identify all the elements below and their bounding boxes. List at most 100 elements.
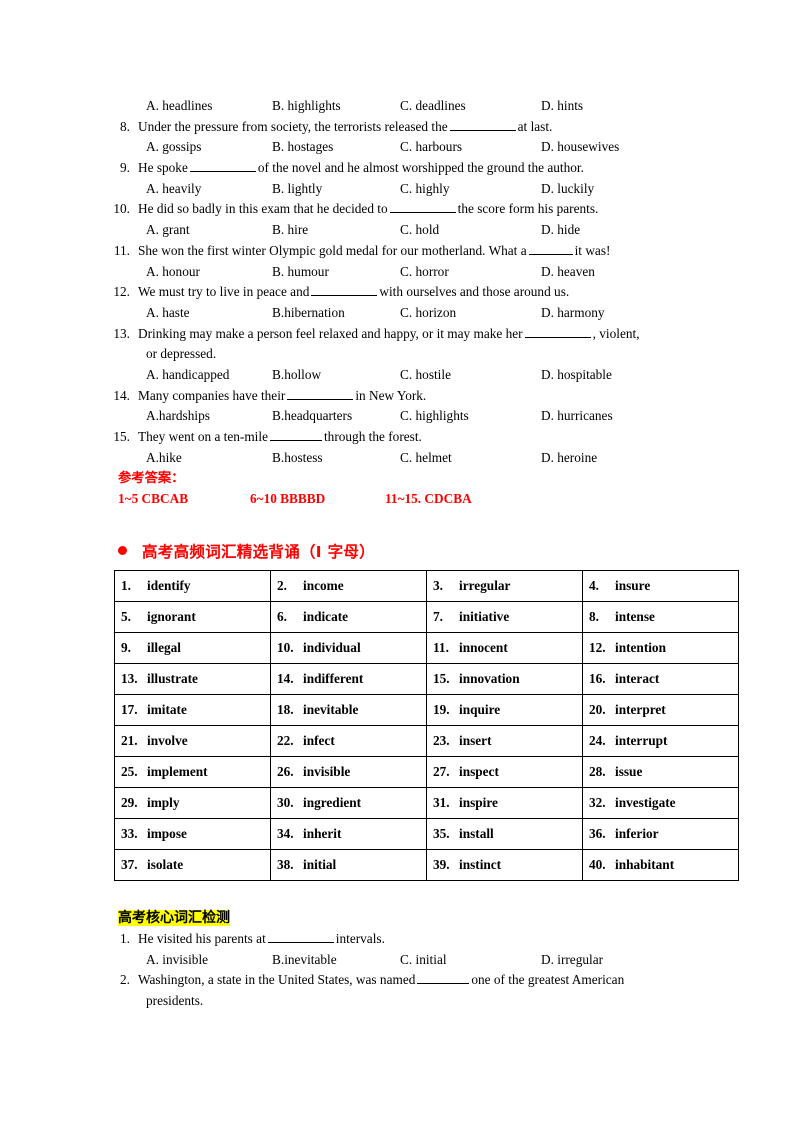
vocab-cell[interactable]: 29. imply bbox=[114, 786, 271, 819]
answer-blank[interactable] bbox=[449, 118, 516, 131]
answer-blank[interactable] bbox=[267, 930, 334, 943]
vocab-cell[interactable]: 30. ingredient bbox=[270, 786, 427, 819]
vocab-cell[interactable]: 3. irregular bbox=[426, 569, 583, 602]
vocab-cell[interactable]: 16. interact bbox=[582, 662, 739, 695]
option-c[interactable]: C. hostile bbox=[400, 365, 451, 386]
answer-blank[interactable] bbox=[528, 242, 573, 255]
answer-blank[interactable] bbox=[389, 200, 456, 214]
option-d[interactable]: D. housewives bbox=[541, 137, 619, 158]
vocab-cell[interactable]: 35. install bbox=[426, 817, 583, 850]
option-d[interactable]: D. hide bbox=[541, 220, 580, 241]
option-c[interactable]: C. deadlines bbox=[400, 96, 466, 117]
vocab-cell[interactable]: 9. illegal bbox=[114, 631, 271, 664]
option-d[interactable]: D. irregular bbox=[541, 950, 603, 971]
option-b[interactable]: B.hibernation bbox=[272, 303, 345, 324]
option-b[interactable]: B.inevitable bbox=[272, 950, 337, 971]
vocab-cell[interactable]: 18. inevitable bbox=[270, 693, 427, 726]
vocab-cell[interactable]: 28. issue bbox=[582, 755, 739, 788]
option-c[interactable]: C. horizon bbox=[400, 303, 456, 324]
vocab-cell[interactable]: 26. invisible bbox=[270, 755, 427, 788]
option-a[interactable]: A. grant bbox=[146, 220, 190, 241]
vocab-cell[interactable]: 34. inherit bbox=[270, 817, 427, 850]
vocab-cell[interactable]: 19. inquire bbox=[426, 693, 583, 726]
answer-blank[interactable] bbox=[287, 387, 354, 400]
table-row: 25. implement 26. invisible 27. inspect 28.… bbox=[114, 755, 739, 788]
vocab-cell[interactable]: 12. intention bbox=[582, 631, 739, 664]
option-a[interactable]: A. haste bbox=[146, 303, 190, 324]
vocab-number: 18. bbox=[277, 701, 294, 717]
option-a[interactable]: A. handicapped bbox=[146, 365, 229, 386]
vocab-cell[interactable]: 33. impose bbox=[114, 817, 271, 850]
option-a[interactable]: A. gossips bbox=[146, 137, 201, 158]
answer-blank[interactable] bbox=[524, 325, 591, 338]
table-row: 13. illustrate 14. indifferent 15. innovati… bbox=[114, 662, 739, 695]
vocab-cell[interactable]: 8. intense bbox=[582, 600, 739, 633]
option-b[interactable]: B. hostages bbox=[272, 137, 333, 158]
option-a[interactable]: A.hike bbox=[146, 448, 182, 469]
vocab-cell[interactable]: 23. insert bbox=[426, 724, 583, 757]
vocab-cell[interactable]: 5. ignorant bbox=[114, 600, 271, 633]
question-number: 13. bbox=[113, 325, 130, 341]
option-a[interactable]: A. honour bbox=[146, 262, 200, 283]
vocab-cell[interactable]: 36. inferior bbox=[582, 817, 739, 850]
vocab-cell[interactable]: 39. instinct bbox=[426, 848, 583, 881]
vocab-cell[interactable]: 11. innocent bbox=[426, 631, 583, 664]
stem-before: We must try to live in peace and bbox=[138, 284, 310, 300]
vocab-cell[interactable]: 22. infect bbox=[270, 724, 427, 757]
vocab-cell[interactable]: 14. indifferent bbox=[270, 662, 427, 695]
option-b[interactable]: B. highlights bbox=[272, 96, 341, 117]
option-b[interactable]: B.hostess bbox=[272, 448, 323, 469]
option-b[interactable]: B. humour bbox=[272, 262, 329, 283]
vocab-cell[interactable]: 7. initiative bbox=[426, 600, 583, 633]
option-d[interactable]: D. hospitable bbox=[541, 365, 612, 386]
option-d[interactable]: D. luckily bbox=[541, 179, 594, 200]
vocab-cell[interactable]: 10. individual bbox=[270, 631, 427, 664]
vocab-cell[interactable]: 15. innovation bbox=[426, 662, 583, 695]
stem-before: He spoke bbox=[138, 160, 188, 176]
vocab-cell[interactable]: 6. indicate bbox=[270, 600, 427, 633]
option-c[interactable]: C. hold bbox=[400, 220, 439, 241]
option-b[interactable]: B. lightly bbox=[272, 179, 322, 200]
vocab-cell[interactable]: 1. identify bbox=[114, 569, 271, 602]
vocab-cell[interactable]: 21. involve bbox=[114, 724, 271, 757]
option-b[interactable]: B.headquarters bbox=[272, 406, 352, 427]
answer-blank[interactable] bbox=[311, 283, 378, 297]
vocab-cell[interactable]: 37. isolate bbox=[114, 848, 271, 881]
option-b[interactable]: B. hire bbox=[272, 220, 308, 241]
option-d[interactable]: D. harmony bbox=[541, 303, 605, 324]
answer-blank[interactable] bbox=[269, 428, 322, 442]
vocab-cell[interactable]: 38. initial bbox=[270, 848, 427, 881]
vocab-word: interact bbox=[615, 670, 660, 686]
vocab-cell[interactable]: 25. implement bbox=[114, 755, 271, 788]
option-c[interactable]: C. highly bbox=[400, 179, 450, 200]
option-a[interactable]: A. headlines bbox=[146, 96, 212, 117]
option-c[interactable]: C. harbours bbox=[400, 137, 462, 158]
option-a[interactable]: A.hardships bbox=[146, 406, 210, 427]
vocab-cell[interactable]: 24. interrupt bbox=[582, 724, 739, 757]
answer-blank[interactable] bbox=[417, 971, 470, 985]
option-d[interactable]: D. heroine bbox=[541, 448, 597, 469]
option-d[interactable]: D. hints bbox=[541, 96, 583, 117]
vocab-cell[interactable]: 4. insure bbox=[582, 569, 739, 602]
vocab-word: innocent bbox=[459, 639, 508, 655]
option-c[interactable]: C. helmet bbox=[400, 448, 452, 469]
vocab-cell[interactable]: 40. inhabitant bbox=[582, 848, 739, 881]
vocab-cell[interactable]: 13. illustrate bbox=[114, 662, 271, 695]
option-c[interactable]: C. horror bbox=[400, 262, 449, 283]
option-a[interactable]: A. heavily bbox=[146, 179, 201, 200]
question-stem: 11. She won the first winter Olympic gol… bbox=[106, 241, 746, 262]
option-d[interactable]: D. heaven bbox=[541, 262, 595, 283]
answer-blank[interactable] bbox=[189, 159, 256, 173]
option-d[interactable]: D. hurricanes bbox=[541, 406, 613, 427]
vocab-cell[interactable]: 31. inspire bbox=[426, 786, 583, 819]
vocab-cell[interactable]: 27. inspect bbox=[426, 755, 583, 788]
vocab-cell[interactable]: 17. imitate bbox=[114, 693, 271, 726]
option-c[interactable]: C. initial bbox=[400, 950, 447, 971]
option-b[interactable]: B.hollow bbox=[272, 365, 321, 386]
option-a[interactable]: A. invisible bbox=[146, 950, 208, 971]
vocab-cell[interactable]: 32. investigate bbox=[582, 786, 739, 819]
option-c[interactable]: C. highlights bbox=[400, 406, 469, 427]
question-number: 15. bbox=[113, 429, 130, 445]
vocab-cell[interactable]: 2. income bbox=[270, 569, 427, 602]
vocab-cell[interactable]: 20. interpret bbox=[582, 693, 739, 726]
